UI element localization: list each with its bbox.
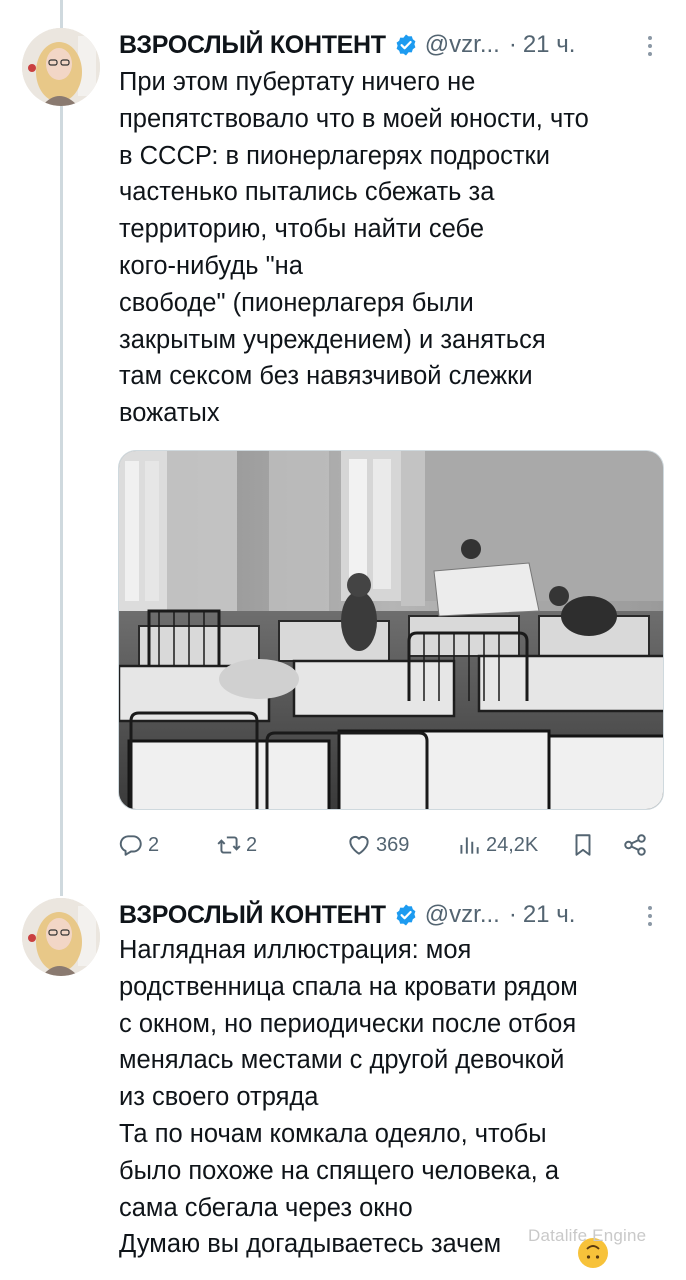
author-name[interactable]: ВЗРОСЛЫЙ КОНТЕНТ bbox=[119, 31, 386, 60]
retweet-count: 2 bbox=[246, 833, 258, 856]
more-icon[interactable] bbox=[646, 904, 654, 928]
share-button[interactable] bbox=[622, 832, 652, 858]
views-count: 24,2K bbox=[486, 833, 539, 856]
tweet-text-line: При этом пубертату ничего не bbox=[119, 68, 476, 96]
retweet-icon bbox=[217, 836, 241, 854]
tweet-actions: 2 2 369 24,2K bbox=[118, 832, 658, 862]
reply-icon bbox=[119, 835, 142, 856]
tweet-header: ВЗРОСЛЫЙ КОНТЕНТ @vzr... · 21 ч. bbox=[119, 898, 575, 932]
tweet-text: Наглядная иллюстрация: моя родственница … bbox=[119, 932, 669, 1263]
like-button[interactable]: 369 bbox=[346, 832, 409, 858]
tweet-text-line: кого-нибудь "на bbox=[119, 251, 303, 280]
views-icon bbox=[460, 837, 479, 854]
tweet-text-line: из своего отряда bbox=[119, 1083, 319, 1112]
tweet-text: При этом пубертату ничего не препятствов… bbox=[119, 64, 669, 432]
author-handle[interactable]: @vzr... bbox=[425, 901, 500, 929]
tweet-text-line: Наглядная иллюстрация: моя bbox=[119, 936, 472, 964]
author-handle[interactable]: @vzr... bbox=[425, 31, 500, 59]
tweet-text-line: было похоже на спящего человека, а bbox=[119, 1156, 560, 1185]
author-name[interactable]: ВЗРОСЛЫЙ КОНТЕНТ bbox=[119, 901, 386, 930]
author-avatar[interactable] bbox=[22, 28, 100, 106]
share-icon bbox=[624, 834, 646, 856]
tweet-text-line: в СССР: в пионерлагерях подростки bbox=[119, 141, 550, 170]
avatar-image bbox=[22, 898, 100, 976]
tweet-text-line: частенько пытались сбежать за bbox=[119, 178, 495, 207]
tweet-text-line: с окном, но периодически после отбоя bbox=[119, 1009, 577, 1038]
avatar-image bbox=[22, 28, 100, 106]
dormitory-photo bbox=[119, 451, 663, 809]
like-count: 369 bbox=[376, 833, 410, 856]
tweet-text-line: закрытым учреждением) и заняться bbox=[119, 325, 546, 354]
tweet-text-line: там сексом без навязчивой слежки bbox=[119, 362, 533, 391]
bookmark-button[interactable] bbox=[570, 832, 600, 858]
tweet-2[interactable]: ВЗРОСЛЫЙ КОНТЕНТ @vzr... · 21 ч. Наглядн… bbox=[0, 898, 686, 1280]
tweet-header: ВЗРОСЛЫЙ КОНТЕНТ @vzr... · 21 ч. bbox=[119, 28, 575, 62]
tweet-photo[interactable] bbox=[118, 450, 664, 810]
reply-count: 2 bbox=[148, 833, 160, 856]
tweet-text-line: вожатых bbox=[119, 399, 220, 428]
tweet-text-line: свободе" (пионерлагеря были bbox=[119, 288, 474, 317]
tweet-text-line: родственница спала на кровати рядом bbox=[119, 972, 578, 1001]
like-icon bbox=[349, 835, 369, 855]
tweet-text-line: Та по ночам комкала одеяло, чтобы bbox=[119, 1119, 547, 1148]
author-avatar[interactable] bbox=[22, 898, 100, 976]
thread-line-top bbox=[60, 0, 63, 28]
retweet-button[interactable]: 2 bbox=[216, 832, 257, 858]
tweet-text-line: сама сбегала через окно bbox=[119, 1193, 413, 1222]
verified-icon bbox=[396, 904, 416, 926]
views-button[interactable]: 24,2K bbox=[456, 832, 538, 858]
tweet-timestamp[interactable]: 21 ч. bbox=[523, 901, 576, 929]
tweet-timestamp[interactable]: 21 ч. bbox=[523, 31, 576, 59]
reply-button[interactable]: 2 bbox=[118, 832, 159, 858]
more-icon[interactable] bbox=[646, 34, 654, 58]
header-separator: · bbox=[508, 31, 517, 58]
tweet-text-line: территорию, чтобы найти себе bbox=[119, 215, 485, 244]
tweet-text-line: препятствовало что в моей юности, что bbox=[119, 104, 589, 133]
tweet-text-line: менялась местами с другой девочкой bbox=[119, 1046, 565, 1075]
watermark: Datalife Engine bbox=[528, 1226, 647, 1245]
bookmark-icon bbox=[575, 834, 591, 856]
verified-icon bbox=[396, 34, 416, 56]
header-separator: · bbox=[508, 901, 517, 928]
